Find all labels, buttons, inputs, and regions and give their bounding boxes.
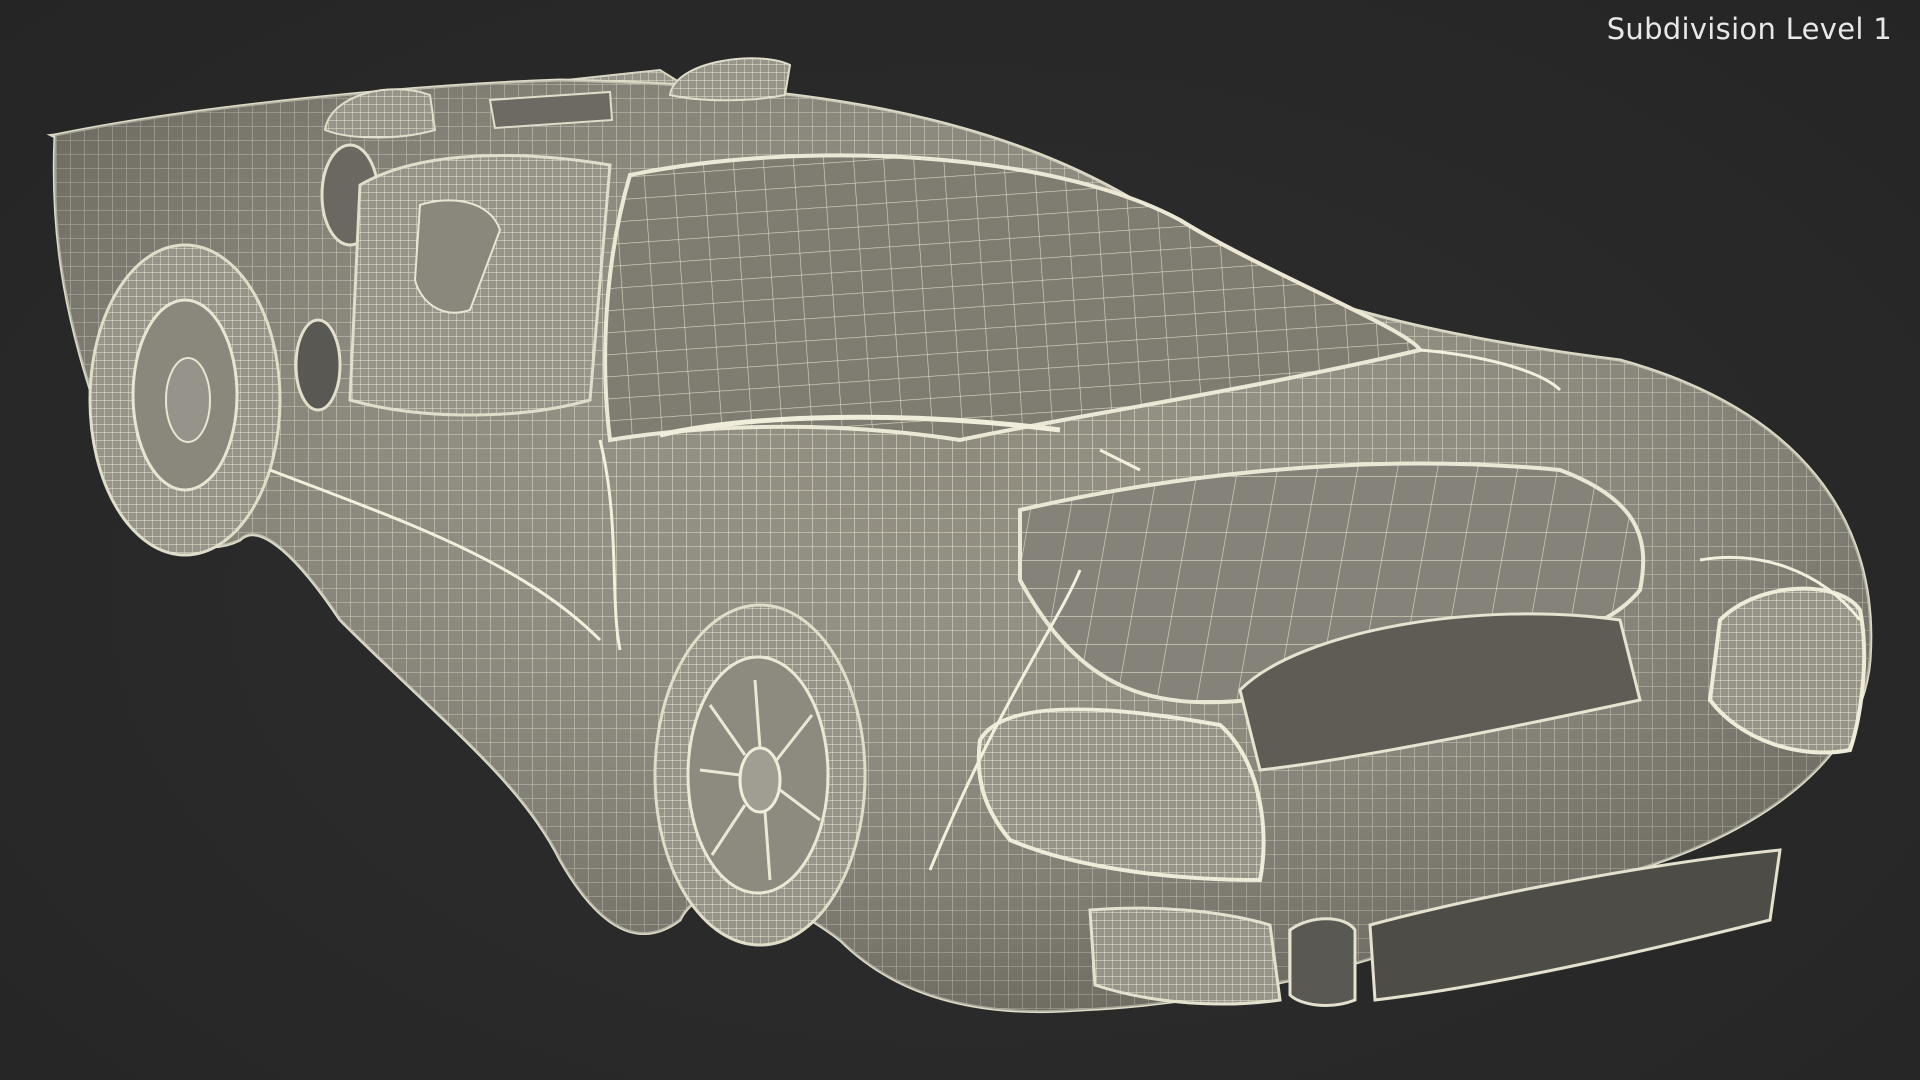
rear-wheel — [88, 243, 282, 557]
side-window — [348, 153, 612, 417]
subdivision-level-label: Subdivision Level 1 — [1606, 12, 1892, 46]
front-wheel — [653, 603, 867, 947]
car-wireframe-model — [46, 57, 1873, 1014]
render-viewport: Subdivision Level 1 — [0, 0, 1920, 1080]
